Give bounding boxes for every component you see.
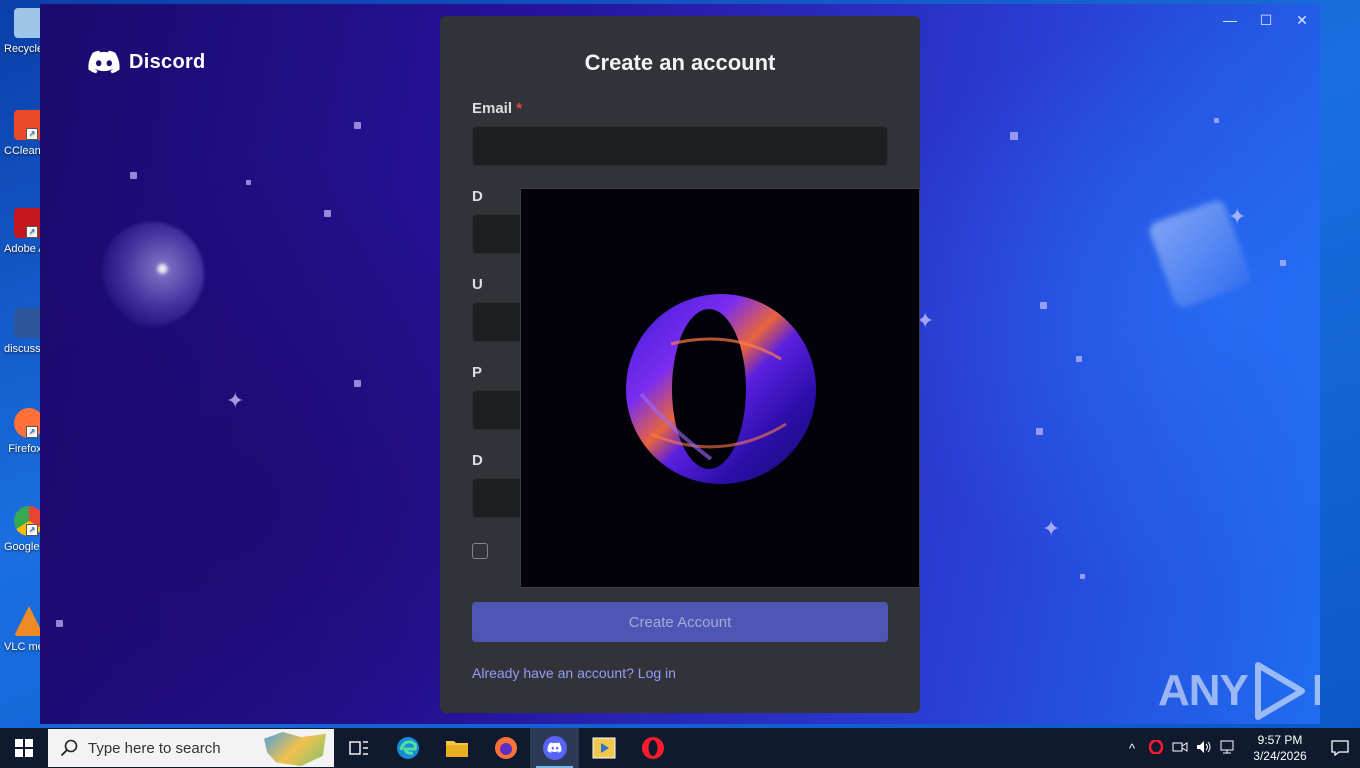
background-star <box>1010 132 1018 140</box>
window-controls: — ☐ ✕ <box>1212 4 1320 36</box>
email-label: Email * <box>472 100 522 117</box>
discord-icon <box>542 736 567 760</box>
clock-date: 3/24/2026 <box>1253 749 1307 763</box>
background-star <box>246 180 251 185</box>
clock[interactable]: 9:57 PM 3/24/2026 <box>1240 732 1320 764</box>
task-view-button[interactable] <box>334 728 383 768</box>
maximize-button[interactable]: ☐ <box>1248 4 1284 36</box>
watermark-text-left: ANY <box>1158 666 1249 715</box>
background-star <box>354 122 361 129</box>
system-tray: ^ 9:57 PM 3/24/2026 <box>1120 728 1360 768</box>
email-field[interactable] <box>472 126 888 166</box>
opera-icon <box>641 737 664 759</box>
anyrun-watermark: ANY RUN <box>1158 661 1320 721</box>
taskbar-media-player[interactable] <box>579 728 628 768</box>
windows-icon <box>15 739 33 757</box>
background-orb <box>100 222 204 326</box>
background-sparkle: ✦ <box>226 388 245 413</box>
taskbar-discord[interactable] <box>530 728 579 768</box>
background-star <box>56 620 63 627</box>
volume-icon[interactable] <box>1192 740 1216 757</box>
notification-button[interactable] <box>1320 740 1360 756</box>
taskbar-edge[interactable] <box>383 728 432 768</box>
taskbar-file-explorer[interactable] <box>432 728 481 768</box>
display-name-label: D <box>472 188 483 205</box>
discord-window: ✦ ✦ ✦ ✦ — ☐ ✕ Discord Create an account … <box>40 4 1320 724</box>
username-label: U <box>472 276 483 293</box>
background-sparkle: ✦ <box>1042 516 1061 541</box>
background-star <box>1040 302 1047 309</box>
minimize-button[interactable]: — <box>1212 4 1248 36</box>
task-view-icon <box>348 741 368 755</box>
taskbar: Type here to search ^ 9:57 PM 3/24/2026 <box>0 728 1360 768</box>
email-opt-in-checkbox[interactable] <box>472 543 488 559</box>
search-icon <box>60 739 78 757</box>
background-star <box>354 380 361 387</box>
close-button[interactable]: ✕ <box>1284 4 1320 36</box>
taskbar-opera[interactable] <box>628 728 677 768</box>
background-sparkle: ✦ <box>1228 204 1247 229</box>
clock-time: 9:57 PM <box>1257 733 1303 747</box>
password-label: P <box>472 364 483 381</box>
tray-opera-icon[interactable] <box>1144 738 1168 757</box>
background-star <box>1076 356 1082 362</box>
search-placeholder: Type here to search <box>88 739 221 757</box>
overlay-popup <box>520 188 920 588</box>
background-star <box>1280 260 1286 266</box>
background-star <box>1080 574 1085 579</box>
search-highlight-image <box>264 732 326 766</box>
email-label-text: Email <box>472 100 513 117</box>
edge-icon <box>396 737 419 759</box>
tray-meet-icon[interactable] <box>1168 740 1192 757</box>
discord-logo-icon <box>88 50 120 74</box>
network-icon[interactable] <box>1216 740 1240 757</box>
create-account-button[interactable]: Create Account <box>472 602 888 642</box>
start-button[interactable] <box>0 728 48 768</box>
login-link[interactable]: Already have an account? Log in <box>472 665 676 681</box>
discord-logo: Discord <box>88 50 206 74</box>
folder-icon <box>445 741 468 757</box>
firefox-icon <box>494 737 517 759</box>
taskbar-search[interactable]: Type here to search <box>48 729 334 767</box>
notification-icon <box>1331 740 1349 756</box>
media-player-icon <box>592 737 615 759</box>
taskbar-firefox[interactable] <box>481 728 530 768</box>
required-mark: * <box>516 100 523 117</box>
brand-name: Discord <box>129 50 206 73</box>
play-icon <box>1254 662 1305 720</box>
tray-chevron-icon[interactable]: ^ <box>1120 741 1144 756</box>
date-of-birth-label: D <box>472 452 483 469</box>
background-star <box>130 172 137 179</box>
page-title: Create an account <box>584 50 776 75</box>
opera-logo-icon <box>626 294 816 484</box>
background-star <box>1036 428 1043 435</box>
background-star <box>1214 118 1219 123</box>
background-star <box>324 210 331 217</box>
watermark-text-right: RUN <box>1312 666 1320 716</box>
